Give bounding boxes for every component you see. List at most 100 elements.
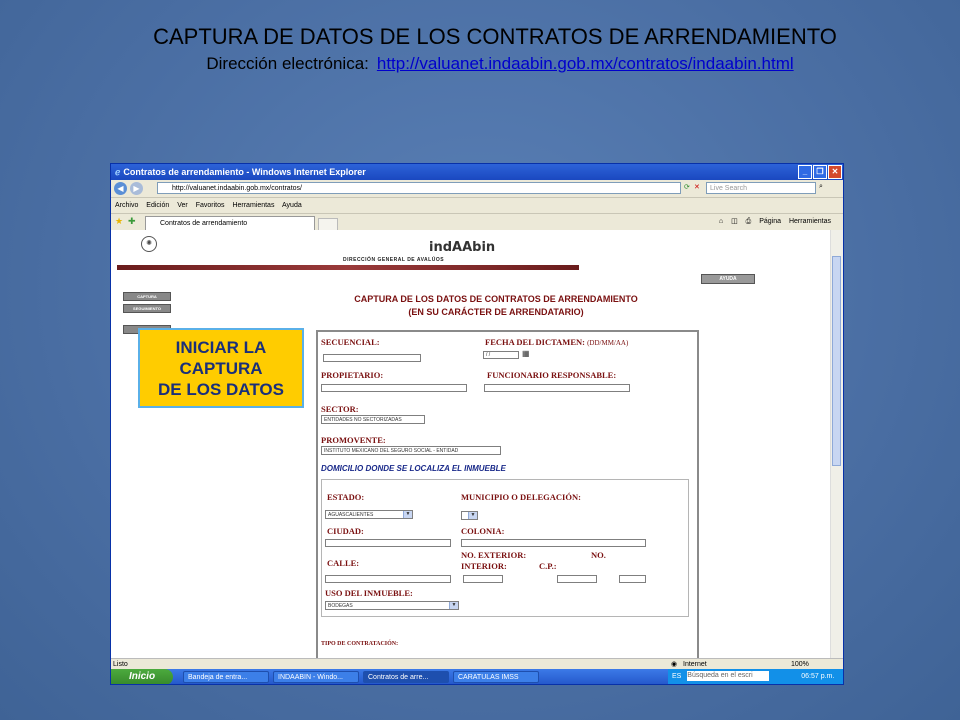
taskbar-item-contratos[interactable]: Contratos de arre... bbox=[363, 671, 449, 683]
no-interior-label-b: INTERIOR: bbox=[461, 561, 507, 571]
no-exterior-input[interactable] bbox=[463, 575, 503, 583]
page-menu[interactable]: Página bbox=[759, 218, 781, 225]
funcionario-label: FUNCIONARIO RESPONSABLE: bbox=[487, 370, 617, 380]
taskbar-item-indaabin[interactable]: INDAABIN - Windo... bbox=[273, 671, 359, 683]
sector-select[interactable]: ENTIDADES NO SECTORIZADAS bbox=[321, 415, 425, 424]
no-interior-label-a: NO. bbox=[591, 550, 606, 560]
menu-ayuda[interactable]: Ayuda bbox=[282, 202, 302, 209]
fecha-format: (DD/MM/AA) bbox=[587, 339, 629, 347]
promovente-select[interactable]: INSTITUTO MEXICANO DEL SEGURO SOCIAL - E… bbox=[321, 446, 501, 455]
window-titlebar: ℯ Contratos de arrendamiento - Windows In… bbox=[111, 164, 843, 180]
menu-herramientas[interactable]: Herramientas bbox=[232, 202, 274, 209]
status-text: Listo bbox=[113, 661, 128, 668]
close-button[interactable]: ✕ bbox=[828, 165, 842, 179]
iniciar-captura-callout: INICIAR LA CAPTURA DE LOS DATOS bbox=[138, 328, 304, 408]
menu-bar: Archivo Edición Ver Favoritos Herramient… bbox=[111, 198, 843, 214]
estado-label: ESTADO: bbox=[327, 492, 365, 502]
minimize-button[interactable]: _ bbox=[798, 165, 812, 179]
clock: 06:57 p.m. bbox=[801, 673, 835, 680]
tipo-contratacion-label: TIPO DE CONTRATACIÓN: bbox=[321, 641, 399, 647]
taskbar-search[interactable]: Búsqueda en el escri bbox=[687, 671, 770, 682]
estado-select[interactable]: AGUASCALIENTES ▼ bbox=[325, 510, 413, 519]
taskbar: Inicio Bandeja de entra... INDAABIN - Wi… bbox=[111, 669, 843, 684]
calle-label: CALLE: bbox=[327, 558, 360, 568]
chevron-down-icon: ▼ bbox=[403, 511, 412, 518]
stop-icon[interactable]: ✕ bbox=[694, 183, 700, 191]
no-interior-input[interactable] bbox=[557, 575, 597, 583]
calle-input[interactable] bbox=[325, 575, 451, 583]
fecha-input[interactable]: / / bbox=[483, 351, 519, 359]
address-input[interactable]: http://valuanet.indaabin.gob.mx/contrato… bbox=[157, 182, 681, 194]
window-title: Contratos de arrendamiento - Windows Int… bbox=[123, 167, 366, 177]
ie-logo-icon: ℯ bbox=[115, 167, 121, 177]
search-icon[interactable]: ⌕ bbox=[819, 183, 823, 191]
subtitle-label: Dirección electrónica: bbox=[206, 54, 369, 73]
menu-ver[interactable]: Ver bbox=[177, 202, 188, 209]
subtitle-link[interactable]: http://valuanet.indaabin.gob.mx/contrato… bbox=[377, 54, 794, 73]
uso-value: BODEGAS bbox=[328, 603, 353, 609]
propietario-label: PROPIETARIO: bbox=[321, 370, 384, 380]
secuencial-input[interactable] bbox=[323, 354, 421, 362]
government-seal-icon: ✺ bbox=[141, 236, 157, 252]
feeds-icon[interactable]: ◫ bbox=[731, 218, 738, 225]
callout-line2: CAPTURA bbox=[179, 359, 263, 378]
fecha-label-text: FECHA DEL DICTAMEN: bbox=[485, 337, 585, 347]
captura-button[interactable]: CAPTURA bbox=[123, 292, 171, 301]
tab-contratos[interactable]: Contratos de arrendamiento bbox=[145, 216, 315, 230]
no-exterior-label: NO. EXTERIOR: bbox=[461, 550, 527, 560]
maximize-button[interactable]: ❐ bbox=[813, 165, 827, 179]
form-title-line2: (EN SU CARÁCTER DE ARRENDATARIO) bbox=[408, 307, 584, 317]
tools-menu[interactable]: Herramientas bbox=[789, 218, 831, 225]
municipio-select[interactable]: ▼ bbox=[461, 511, 478, 520]
seguimiento-button[interactable]: SEGUIMIENTO bbox=[123, 304, 171, 313]
page-content: ✺ indAAbin DIRECCIÓN GENERAL DE AVALÚOS … bbox=[111, 230, 843, 660]
start-button[interactable]: Inicio bbox=[111, 669, 173, 684]
scroll-thumb[interactable] bbox=[832, 256, 841, 466]
menu-edicion[interactable]: Edición bbox=[146, 202, 169, 209]
menu-archivo[interactable]: Archivo bbox=[115, 202, 138, 209]
address-bar: ◀ ▶ ℯ http://valuanet.indaabin.gob.mx/co… bbox=[111, 180, 843, 198]
domicilio-heading: DOMICILIO DONDE SE LOCALIZA EL INMUEBLE bbox=[321, 464, 506, 473]
chevron-down-icon: ▼ bbox=[449, 602, 458, 609]
callout-line3: DE LOS DATOS bbox=[158, 380, 284, 399]
cp-label: C.P.: bbox=[539, 561, 557, 571]
municipio-label: MUNICIPIO O DELEGACIÓN: bbox=[461, 492, 581, 502]
colonia-label: COLONIA: bbox=[461, 526, 505, 536]
form-title-line1: CAPTURA DE LOS DATOS DE CONTRATOS DE ARR… bbox=[354, 294, 638, 304]
print-icon[interactable]: ⎙ bbox=[746, 218, 752, 225]
propietario-input[interactable] bbox=[321, 384, 467, 392]
sector-label: SECTOR: bbox=[321, 404, 359, 414]
ciudad-input[interactable] bbox=[325, 539, 451, 547]
brand-subtitle: DIRECCIÓN GENERAL DE AVALÚOS bbox=[343, 257, 445, 263]
add-favorite-icon[interactable]: ✚ bbox=[128, 216, 136, 227]
callout-line1: INICIAR LA bbox=[175, 338, 267, 357]
header-divider bbox=[117, 265, 579, 270]
uso-label: USO DEL INMUEBLE: bbox=[325, 588, 413, 598]
menu-favoritos[interactable]: Favoritos bbox=[196, 202, 225, 209]
slide-subtitle: Dirección electrónica: http://valuanet.in… bbox=[0, 54, 960, 74]
taskbar-item-caratulas[interactable]: CARATULAS IMSS bbox=[453, 671, 539, 683]
favorites-star-icon[interactable]: ★ bbox=[115, 216, 123, 227]
colonia-input[interactable] bbox=[461, 539, 646, 547]
browser-window: ℯ Contratos de arrendamiento - Windows In… bbox=[110, 163, 844, 685]
calendar-icon[interactable]: ▦ bbox=[522, 349, 530, 358]
live-search-input[interactable]: Live Search bbox=[706, 182, 816, 194]
language-indicator[interactable]: ES bbox=[672, 673, 681, 680]
back-button[interactable]: ◀ bbox=[114, 182, 127, 195]
fecha-label: FECHA DEL DICTAMEN: (DD/MM/AA) bbox=[485, 337, 628, 347]
vertical-scrollbar[interactable] bbox=[830, 230, 843, 658]
forward-button[interactable]: ▶ bbox=[130, 182, 143, 195]
indaabin-logo: indAAbin bbox=[429, 240, 496, 255]
system-tray: ES Búsqueda en el escri 06:57 p.m. bbox=[668, 669, 843, 684]
secuencial-label: SECUENCIAL: bbox=[321, 337, 380, 347]
cp-input[interactable] bbox=[619, 575, 646, 583]
ayuda-button[interactable]: AYUDA bbox=[701, 274, 755, 284]
form-title: CAPTURA DE LOS DATOS DE CONTRATOS DE ARR… bbox=[281, 293, 711, 319]
taskbar-item-bandeja[interactable]: Bandeja de entra... bbox=[183, 671, 269, 683]
promovente-label: PROMOVENTE: bbox=[321, 435, 386, 445]
home-icon[interactable]: ⌂ bbox=[719, 218, 723, 225]
refresh-icon[interactable]: ⟳ bbox=[684, 183, 690, 191]
funcionario-input[interactable] bbox=[484, 384, 630, 392]
ciudad-label: CIUDAD: bbox=[327, 526, 364, 536]
uso-select[interactable]: BODEGAS ▼ bbox=[325, 601, 459, 610]
